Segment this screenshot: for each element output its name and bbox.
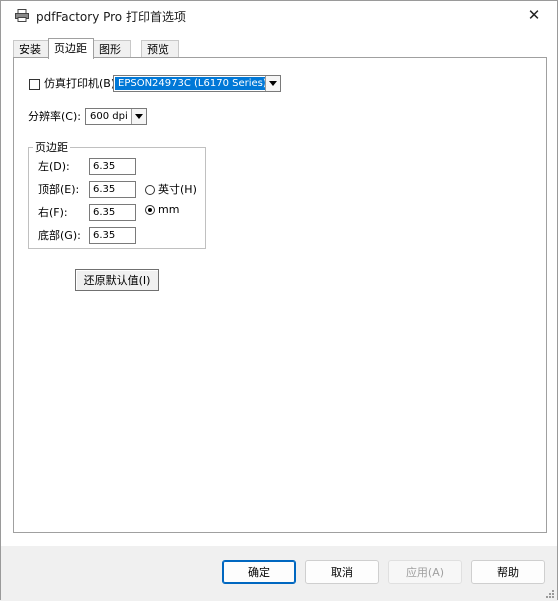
resolution-label: 分辨率(C): (28, 110, 81, 123)
resolution-select[interactable]: 600 dpi (85, 108, 147, 125)
ok-button[interactable]: 确定 (222, 560, 296, 584)
top-margin-input[interactable]: 6.35 (89, 181, 136, 198)
margins-panel (13, 57, 547, 533)
right-margin-label: 右(F): (38, 206, 68, 219)
top-margin-label: 顶部(E): (38, 183, 80, 196)
unit-mm-radio[interactable] (145, 205, 155, 215)
resize-grip-icon[interactable] (545, 589, 555, 599)
chevron-down-icon (265, 76, 280, 91)
unit-inch-label: 英寸(H) (158, 183, 197, 196)
right-margin-input[interactable]: 6.35 (89, 204, 136, 221)
tab-install[interactable]: 安装 (13, 40, 49, 58)
restore-defaults-button[interactable]: 还原默认值(I) (75, 269, 159, 291)
left-margin-label: 左(D): (38, 160, 70, 173)
left-margin-input[interactable]: 6.35 (89, 158, 136, 175)
chevron-down-icon (131, 109, 146, 124)
tab-margins[interactable]: 页边距 (48, 38, 94, 59)
bottom-margin-input[interactable]: 6.35 (89, 227, 136, 244)
emulate-printer-checkbox[interactable] (29, 79, 40, 90)
preferences-dialog: pdfFactory Pro 打印首选项 ✕ 安装 页边距 图形 预览 仿真打印… (0, 0, 558, 601)
cancel-button[interactable]: 取消 (305, 560, 379, 584)
dialog-footer: 确定 取消 应用(A) 帮助 (1, 546, 557, 601)
window-title: pdfFactory Pro 打印首选项 (36, 10, 186, 24)
printer-select-value: EPSON24973C (L6170 Series) (115, 77, 270, 90)
close-icon: ✕ (527, 6, 541, 24)
bottom-margin-label: 底部(G): (38, 229, 81, 242)
emulate-printer-label: 仿真打印机(B) (44, 77, 116, 90)
help-button[interactable]: 帮助 (471, 560, 545, 584)
unit-mm-label: mm (158, 203, 180, 216)
close-button[interactable]: ✕ (519, 3, 549, 27)
tab-preview[interactable]: 预览 (141, 40, 179, 58)
unit-inch-radio[interactable] (145, 185, 155, 195)
title-bar: pdfFactory Pro 打印首选项 ✕ (1, 1, 557, 31)
tab-graphics[interactable]: 图形 (93, 40, 131, 58)
margins-group-title: 页边距 (33, 141, 70, 154)
printer-select[interactable]: EPSON24973C (L6170 Series) (113, 75, 281, 92)
printer-icon (15, 9, 29, 22)
apply-button[interactable]: 应用(A) (388, 560, 462, 584)
resolution-select-value: 600 dpi (90, 111, 128, 122)
